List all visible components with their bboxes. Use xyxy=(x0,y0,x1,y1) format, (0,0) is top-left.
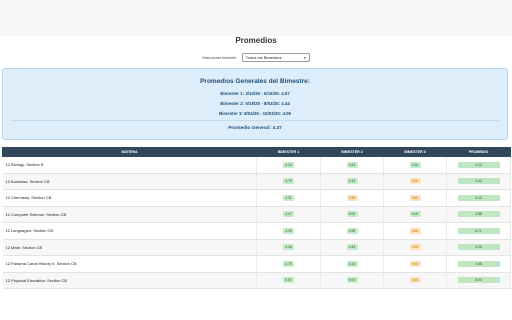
summary-general-average: Promedio General: 4.37 xyxy=(228,126,282,131)
grade-badge: 4.45 xyxy=(346,244,358,251)
cell-materia: 12 Biology: Section B xyxy=(2,156,257,174)
average-badge: 4.43 xyxy=(457,178,500,185)
grade-badge: 5.00 xyxy=(346,211,358,218)
grade-badge: N/A xyxy=(409,178,421,185)
grade-badge: 4.75 xyxy=(283,178,294,185)
grade-badge: 4.63 xyxy=(346,161,358,168)
header-bimester-2: BIMESTER 2 xyxy=(320,147,384,157)
header-materia: MATERIA xyxy=(2,147,257,157)
cell-materia: 12 Physical Education: Section CB xyxy=(2,272,257,289)
grade-badge: N/A xyxy=(409,260,421,267)
page-title: Promedios xyxy=(235,36,277,45)
table-header-row: MATERIA BIMESTER 1 BIMESTER 2 BIMESTER 3… xyxy=(2,147,511,157)
average-badge: 4.88 xyxy=(457,211,500,218)
grades-table: MATERIA BIMESTER 1 BIMESTER 2 BIMESTER 3… xyxy=(2,147,511,289)
top-band xyxy=(0,0,512,36)
grade-badge: N/A xyxy=(409,227,421,234)
summary-panel: Promedios Generales del Bimestre: Bimest… xyxy=(2,68,508,140)
table-row: 12 Computer Science: Section CB 4.47 5.0… xyxy=(2,206,511,223)
grade-badge: 3.25 xyxy=(409,244,421,251)
summary-divider xyxy=(11,120,499,121)
grade-badge: N/A xyxy=(409,277,421,284)
cell-materia: 12 Business: Section CB xyxy=(2,173,257,190)
table-row: 12 Languages: Section CB 4.39 4.96 N/A 4… xyxy=(2,222,511,240)
grade-badge: 5.00 xyxy=(409,211,421,218)
bimester-selector-row: Seleccionar bimestre: Todos los Bimestre… xyxy=(0,53,512,62)
grade-badge: 5.00 xyxy=(346,277,358,284)
header-bimester-3: BIMESTER 3 xyxy=(383,147,447,157)
cell-materia: 12 Math: Section CB xyxy=(2,239,257,256)
average-badge: 4.58 xyxy=(457,260,500,267)
table-row: 12 Business: Section CB 4.75 4.15 N/A 4.… xyxy=(2,173,511,190)
table-row: 12 Chemistry: Section CB 4.31 3.95 N/A 4… xyxy=(2,189,511,207)
chevron-down-icon: ▾ xyxy=(303,55,306,60)
header-bimester-1: BIMESTER 1 xyxy=(256,147,321,157)
grade-badge: 4.31 xyxy=(283,194,294,201)
table-row: 12 Physical Education: Section CB 5.00 5… xyxy=(2,272,511,289)
average-badge: 5.00 xyxy=(457,277,500,284)
grade-badge: 4.34 xyxy=(283,161,294,168)
table-row: 12 Panama Canal History II: Section CB 4… xyxy=(2,255,511,273)
grade-badge: N/A xyxy=(409,194,421,201)
cell-materia: 12 Computer Science: Section CB xyxy=(2,206,257,223)
table-row: 12 Biology: Section B 4.34 4.63 4.30 4.1… xyxy=(2,156,511,174)
bimester-select-value: Todos los Bimestres xyxy=(245,55,282,60)
bimester-selector-label: Seleccionar bimestre: xyxy=(202,55,237,60)
grade-badge: 4.42 xyxy=(346,260,358,267)
average-badge: 4.15 xyxy=(457,244,500,251)
cell-materia: 12 Chemistry: Section CB xyxy=(2,189,257,207)
grade-badge: 4.39 xyxy=(283,227,294,234)
bimester-select[interactable]: Todos los Bimestres ▾ xyxy=(241,53,310,62)
grade-badge: 4.47 xyxy=(283,211,294,218)
header-promedio: PROMEDIO xyxy=(446,147,511,157)
grade-badge: 5.00 xyxy=(283,277,294,284)
grade-badge: 4.15 xyxy=(346,178,358,185)
grade-badge: 4.96 xyxy=(346,227,358,234)
average-badge: 4.13 xyxy=(457,194,500,201)
grade-badge: 3.95 xyxy=(346,194,358,201)
grade-badge: 4.46 xyxy=(283,244,294,251)
summary-bimester-2: Bimester 2: 5/19/25 - 8/03/25: 4.44 xyxy=(220,101,290,106)
grade-badge: 4.30 xyxy=(409,161,421,168)
table-row: 12 Math: Section CB 4.46 4.45 3.25 4.15 xyxy=(2,239,511,256)
average-badge: 4.13 xyxy=(457,161,500,168)
cell-materia: 12 Languages: Section CB xyxy=(2,222,257,240)
grade-badge: 4.75 xyxy=(283,260,294,267)
average-badge: 4.71 xyxy=(457,227,500,234)
cell-materia: 12 Panama Canal History II: Section CB xyxy=(2,255,257,273)
summary-bimester-1: Bimester 1: 3/10/25 - 5/16/25: 4.57 xyxy=(220,91,290,96)
summary-bimester-3: Bimester 3: 8/04/25 - 10/03/25: 4.09 xyxy=(218,111,291,116)
summary-title: Promedios Generales del Bimestre: xyxy=(200,78,310,85)
